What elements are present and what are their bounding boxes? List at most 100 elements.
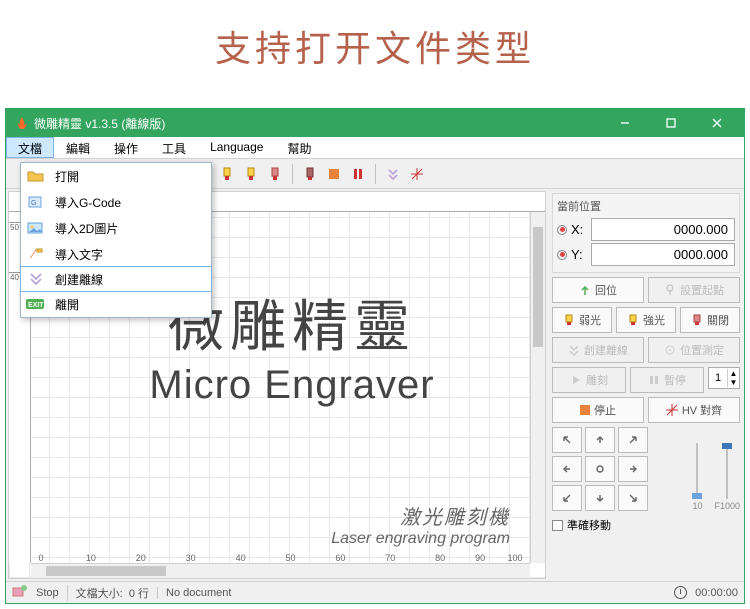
subtitle-cn: 激光雕刻機 — [331, 501, 510, 530]
menu-open[interactable]: 打開 — [21, 163, 211, 189]
hv-icon — [666, 404, 678, 416]
menu-import-text[interactable]: 導入文字 — [21, 241, 211, 267]
light-icon — [563, 314, 575, 326]
separator — [375, 164, 376, 184]
image-icon — [25, 219, 47, 237]
elapsed-time: 00:00:00 — [695, 587, 738, 599]
file-menu-dropdown: 打開 G 導入G-Code 導入2D圖片 導入文字 創建離線 EXIT 離開 — [20, 162, 212, 318]
home-button[interactable]: 回位 — [552, 277, 644, 303]
offline-icon — [25, 270, 47, 288]
menu-label: 導入2D圖片 — [55, 220, 118, 237]
tool-hv-align[interactable] — [406, 163, 428, 185]
y-value: 0000.000 — [591, 243, 735, 266]
position-measure-button[interactable]: 位置測定 — [648, 337, 740, 363]
subtitle-en: Laser engraving program — [331, 530, 510, 548]
weak-light-button[interactable]: 弱光 — [552, 307, 612, 333]
jog-down-right[interactable] — [618, 485, 648, 511]
menu-edit[interactable]: 編輯 — [54, 137, 102, 158]
jog-pad — [552, 427, 648, 511]
titlebar: 微雕精靈 v1.3.5 (離線版) — [6, 109, 744, 137]
repeat-value[interactable] — [709, 372, 727, 384]
stop-button[interactable]: 停止 — [552, 397, 644, 423]
svg-text:EXIT: EXIT — [28, 302, 44, 309]
side-panel: 當前位置 X: 0000.000 Y: 0000.000 回位 — [548, 189, 744, 581]
x-label: X: — [571, 222, 587, 237]
accurate-checkbox[interactable] — [552, 520, 563, 531]
radio-x[interactable] — [557, 225, 567, 235]
jog-up-right[interactable] — [618, 427, 648, 453]
stop-icon — [580, 405, 590, 415]
menu-create-offline[interactable]: 創建離線 — [20, 266, 212, 292]
menu-operate[interactable]: 操作 — [102, 137, 150, 158]
tool-strong-light[interactable] — [240, 163, 262, 185]
pause-icon — [648, 374, 660, 386]
pause-button[interactable]: 暫停 — [630, 367, 704, 393]
light-off-button[interactable]: 關閉 — [680, 307, 740, 333]
jog-down[interactable] — [585, 485, 615, 511]
clock-icon — [674, 586, 687, 599]
status-text: Stop — [36, 587, 59, 599]
menu-help[interactable]: 幫助 — [275, 137, 323, 158]
separator — [292, 164, 293, 184]
jog-right[interactable] — [618, 456, 648, 482]
menu-exit[interactable]: EXIT 離開 — [21, 291, 211, 317]
close-button[interactable] — [694, 109, 740, 137]
scrollbar-vertical[interactable] — [530, 212, 545, 563]
status-icon — [12, 584, 28, 601]
tool-pause[interactable] — [347, 163, 369, 185]
menu-label: 導入G-Code — [55, 194, 121, 211]
tool-engrave[interactable] — [299, 163, 321, 185]
gcode-icon: G — [25, 193, 47, 211]
menu-label: 創建離線 — [55, 271, 103, 288]
y-label: Y: — [571, 247, 587, 262]
jog-up-left[interactable] — [552, 427, 582, 453]
jog-up[interactable] — [585, 427, 615, 453]
home-icon — [579, 284, 591, 296]
strong-light-button[interactable]: 強光 — [616, 307, 676, 333]
menu-label: 離開 — [55, 296, 79, 313]
canvas-subtitle: 激光雕刻機 Laser engraving program — [331, 501, 510, 548]
minimize-button[interactable] — [602, 109, 648, 137]
menu-label: 打開 — [55, 168, 79, 185]
size-label: 文檔大小: 0 行 — [67, 585, 149, 601]
tool-offline[interactable] — [382, 163, 404, 185]
jog-down-left[interactable] — [552, 485, 582, 511]
stepper-up[interactable]: ▲ — [727, 369, 739, 378]
power-slider[interactable] — [696, 443, 698, 499]
set-origin-button[interactable]: 設置起點 — [648, 277, 740, 303]
scrollbar-horizontal[interactable] — [31, 563, 530, 578]
position-group: 當前位置 X: 0000.000 Y: 0000.000 — [552, 193, 740, 273]
create-offline-button[interactable]: 創建離線 — [552, 337, 644, 363]
tool-stop[interactable] — [323, 163, 345, 185]
jog-center[interactable] — [585, 456, 615, 482]
tool-light-off[interactable] — [264, 163, 286, 185]
offline-icon — [568, 344, 580, 356]
menu-tools[interactable]: 工具 — [150, 137, 198, 158]
menu-language[interactable]: Language — [198, 137, 275, 158]
statusbar: Stop 文檔大小: 0 行 No document 00:00:00 — [6, 581, 744, 603]
accurate-label: 準確移動 — [567, 517, 611, 533]
window-title: 微雕精靈 v1.3.5 (離線版) — [34, 115, 602, 132]
repeat-stepper[interactable]: ▲▼ — [708, 367, 740, 389]
menu-label: 導入文字 — [55, 246, 103, 263]
slider-left-label: 10 — [692, 501, 702, 511]
light-off-icon — [691, 314, 703, 326]
stepper-down[interactable]: ▼ — [727, 378, 739, 387]
app-window: 微雕精靈 v1.3.5 (離線版) 文檔 編輯 操作 工具 Language 幫… — [5, 108, 745, 604]
text-icon — [25, 245, 47, 263]
menu-import-image[interactable]: 導入2D圖片 — [21, 215, 211, 241]
jog-left[interactable] — [552, 456, 582, 482]
light-icon — [627, 314, 639, 326]
menu-file[interactable]: 文檔 — [6, 137, 54, 158]
tool-weak-light[interactable] — [216, 163, 238, 185]
speed-slider[interactable] — [726, 443, 728, 499]
slider-right-label: F1000 — [714, 501, 740, 511]
engrave-button[interactable]: 雕刻 — [552, 367, 626, 393]
radio-y[interactable] — [557, 250, 567, 260]
maximize-button[interactable] — [648, 109, 694, 137]
play-icon — [570, 374, 582, 386]
menu-import-gcode[interactable]: G 導入G-Code — [21, 189, 211, 215]
folder-icon — [25, 167, 47, 185]
exit-icon: EXIT — [25, 295, 47, 313]
hv-align-button[interactable]: HV 對齊 — [648, 397, 740, 423]
